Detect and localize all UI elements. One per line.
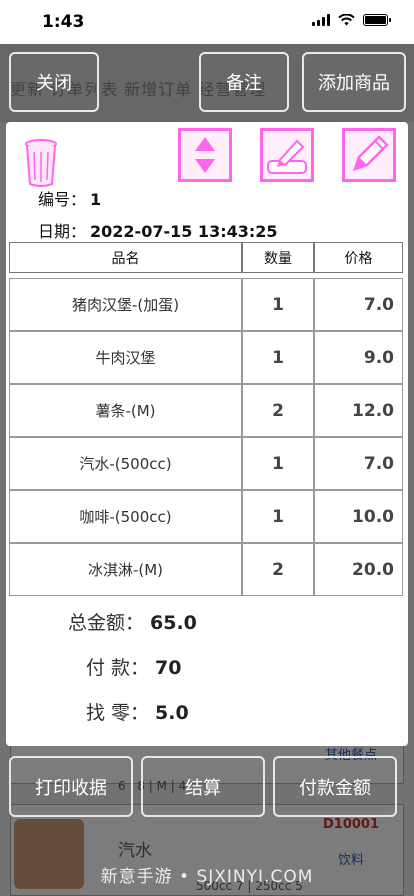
order-number: 编号： 1 xyxy=(38,186,101,210)
paid-value: 70 xyxy=(155,657,182,679)
item-name-cell[interactable]: 冰淇淋-(M) xyxy=(9,543,242,596)
total-label: 总金额： xyxy=(68,612,145,634)
status-time: 1:43 xyxy=(42,12,85,32)
item-price-cell[interactable]: 7.0 xyxy=(314,278,403,331)
checkout-button[interactable]: 结算 xyxy=(141,756,265,817)
change-label: 找 零： xyxy=(86,702,150,724)
change-value: 5.0 xyxy=(155,702,189,724)
edit-order-button[interactable] xyxy=(342,128,396,182)
wifi-icon xyxy=(338,14,355,26)
cellular-signal-icon xyxy=(312,14,330,26)
item-price-cell[interactable]: 12.0 xyxy=(314,384,403,437)
item-name-cell[interactable]: 牛肉汉堡 xyxy=(9,331,242,384)
item-name-cell[interactable]: 汽水-(500cc) xyxy=(9,437,242,490)
item-qty-cell[interactable]: 1 xyxy=(242,490,314,543)
item-price-cell[interactable]: 9.0 xyxy=(314,331,403,384)
status-icons xyxy=(312,14,391,26)
total-value: 65.0 xyxy=(150,612,197,634)
total-amount: 总金额： 65.0 xyxy=(68,608,197,635)
item-qty-cell[interactable]: 1 xyxy=(242,331,314,384)
column-header-price: 价格 xyxy=(314,242,403,273)
close-button[interactable]: 关闭 xyxy=(9,52,99,112)
paid-label: 付 款： xyxy=(86,657,150,679)
watermark-text: 新意手游 • SJXINYI.COM xyxy=(100,867,314,887)
sort-arrows-icon xyxy=(195,137,215,173)
print-receipt-button[interactable]: 打印收据 xyxy=(9,756,133,817)
payment-amount: 付 款： 70 xyxy=(86,653,182,680)
payment-amount-button[interactable]: 付款金额 xyxy=(273,756,397,817)
pencil-icon xyxy=(353,135,389,171)
item-price-cell[interactable]: 20.0 xyxy=(314,543,403,596)
item-price-cell[interactable]: 10.0 xyxy=(314,490,403,543)
item-price-cell[interactable]: 7.0 xyxy=(314,437,403,490)
item-qty-cell[interactable]: 2 xyxy=(242,384,314,437)
column-header-qty: 数量 xyxy=(242,242,314,273)
note-button[interactable]: 备注 xyxy=(199,52,289,112)
add-item-button[interactable]: 添加商品 xyxy=(302,52,406,112)
edit-item-button[interactable] xyxy=(260,128,314,182)
item-name-cell[interactable]: 猪肉汉堡-(加蛋) xyxy=(9,278,242,331)
eraser-pencil-icon xyxy=(267,139,307,174)
order-date: 日期： 2022-07-15 13:43:25 xyxy=(38,218,278,242)
battery-icon xyxy=(363,14,391,26)
item-name-cell[interactable]: 薯条-(M) xyxy=(9,384,242,437)
order-date-label: 日期： xyxy=(38,222,87,241)
item-qty-cell[interactable]: 1 xyxy=(242,437,314,490)
order-detail-dialog: 编号： 1 日期： 2022-07-15 13:43:25 品名 数量 价格 猪肉汉… xyxy=(6,122,408,746)
order-number-label: 编号： xyxy=(38,190,87,209)
item-qty-cell[interactable]: 2 xyxy=(242,543,314,596)
column-header-name: 品名 xyxy=(9,242,242,273)
order-date-value: 2022-07-15 13:43:25 xyxy=(90,222,278,241)
status-bar: 1:43 xyxy=(0,0,414,44)
change-amount: 找 零： 5.0 xyxy=(86,698,189,725)
item-name-cell[interactable]: 咖啡-(500cc) xyxy=(9,490,242,543)
sort-button[interactable] xyxy=(178,128,232,182)
order-number-value: 1 xyxy=(90,190,102,209)
item-qty-cell[interactable]: 1 xyxy=(242,278,314,331)
trash-icon[interactable] xyxy=(24,138,58,188)
